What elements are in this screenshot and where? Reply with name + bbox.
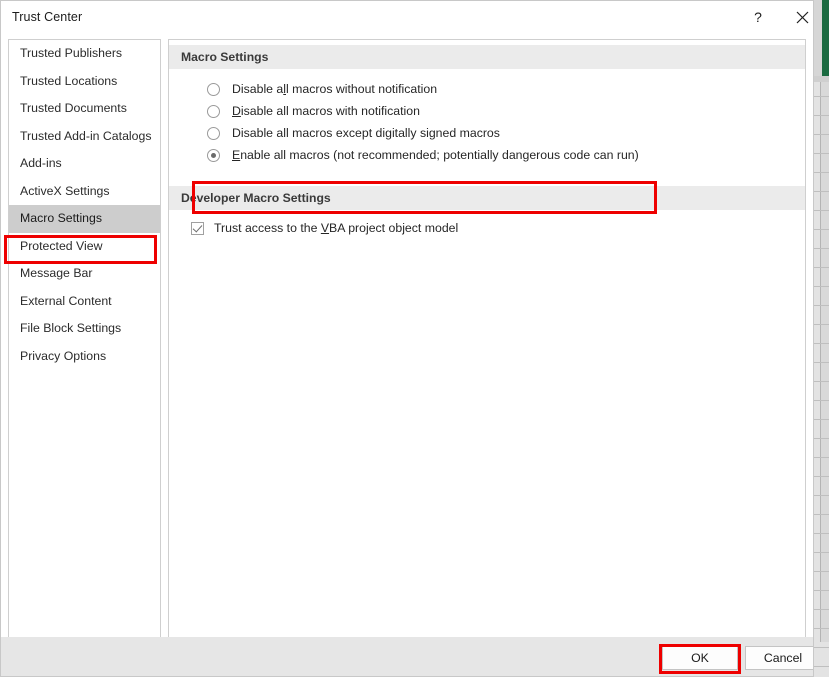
macro-option-row-4[interactable]: Enable all macros (not recommended; pote… — [207, 144, 639, 166]
excel-row-gridline — [814, 229, 829, 230]
sidebar-item-add-ins[interactable]: Add-ins — [9, 150, 160, 178]
excel-row-gridline — [814, 419, 829, 420]
macro-settings-section-header: Macro Settings — [169, 45, 805, 69]
settings-content-panel: Macro Settings Disable all macros withou… — [168, 39, 806, 641]
sidebar-item-label: ActiveX Settings — [20, 183, 110, 198]
sidebar-item-trusted-locations[interactable]: Trusted Locations — [9, 68, 160, 96]
sidebar-item-activex-settings[interactable]: ActiveX Settings — [9, 178, 160, 206]
sidebar-item-label: Trusted Add-in Catalogs — [20, 128, 152, 143]
sidebar-item-trusted-documents[interactable]: Trusted Documents — [9, 95, 160, 123]
sidebar-item-label: Message Bar — [20, 266, 93, 280]
excel-row-gridline — [814, 191, 829, 192]
excel-row-gridline — [814, 400, 829, 401]
help-button[interactable]: ? — [735, 1, 781, 33]
excel-row-gridline — [814, 134, 829, 135]
macro-option-row-2[interactable]: Disable all macros with notification — [207, 100, 420, 122]
excel-row-gridline — [814, 96, 829, 97]
sidebar-item-label: Privacy Options — [20, 348, 107, 363]
sidebar-item-label: External Content — [20, 293, 112, 308]
close-x-icon — [796, 11, 808, 23]
excel-row-gridline — [814, 533, 829, 534]
excel-row-gridline — [814, 514, 829, 515]
macro-option-row-3[interactable]: Disable all macros except digitally sign… — [207, 122, 500, 144]
sidebar-item-label: Trusted Documents — [20, 101, 127, 115]
excel-row-gridline — [814, 305, 829, 306]
macro-option-label: Disable all macros without notification — [232, 82, 438, 96]
sidebar-item-file-block-settings[interactable]: File Block Settings — [9, 315, 160, 343]
radio-indicator[interactable] — [207, 126, 220, 140]
trust-center-dialog: Trust Center ? Trusted Publishers Trusted… — [0, 0, 814, 677]
excel-row-gridline — [814, 286, 829, 287]
macro-option-row-1[interactable]: Disable all macros without notification — [207, 78, 437, 100]
dialog-body: Trusted Publishers Trusted Locations Trust… — [1, 34, 813, 641]
developer-macro-settings-section-header: Developer Macro Settings — [169, 186, 805, 210]
radio-indicator[interactable] — [207, 148, 220, 162]
excel-row-gridline — [814, 609, 829, 610]
trust-vba-project-checkbox-row[interactable]: Trust access to the VBA project object m… — [191, 217, 458, 239]
sidebar-item-label: Trusted Publishers — [20, 46, 123, 60]
excel-row-gridline — [814, 457, 829, 458]
sidebar-item-message-bar[interactable]: Message Bar — [9, 260, 160, 288]
excel-row-gridline — [814, 172, 829, 173]
ok-button[interactable]: OK — [662, 646, 738, 670]
sidebar-item-label: Macro Settings — [20, 211, 103, 225]
dialog-title: Trust Center — [12, 10, 83, 24]
excel-row-gridline — [814, 381, 829, 382]
cancel-button[interactable]: Cancel — [745, 646, 813, 670]
excel-row-gridline — [814, 552, 829, 553]
category-sidebar[interactable]: Trusted Publishers Trusted Locations Trust… — [8, 39, 161, 641]
trust-vba-project-label: Trust access to the VBA project object m… — [214, 221, 459, 235]
excel-row-gridline — [814, 476, 829, 477]
macro-option-label: Disable all macros with notification — [232, 104, 420, 118]
sidebar-item-protected-view[interactable]: Protected View — [9, 233, 160, 261]
sidebar-item-label: Trusted Locations — [20, 73, 118, 88]
excel-row-gridline — [814, 248, 829, 249]
excel-row-gridline — [814, 628, 829, 629]
sidebar-item-external-content[interactable]: External Content — [9, 288, 160, 316]
excel-row-gridline — [814, 590, 829, 591]
excel-row-gridline — [814, 666, 829, 667]
sidebar-item-label: Protected View — [20, 238, 103, 253]
excel-row-gridline — [814, 647, 829, 648]
macro-option-label: Disable all macros except digitally sign… — [232, 126, 500, 140]
sidebar-item-label: File Block Settings — [20, 321, 122, 335]
dialog-titlebar[interactable]: Trust Center ? — [1, 1, 813, 34]
excel-row-gridline — [814, 495, 829, 496]
sidebar-item-macro-settings[interactable]: Macro Settings — [9, 205, 160, 233]
excel-row-gridline — [814, 438, 829, 439]
question-mark-icon: ? — [754, 9, 762, 25]
dialog-footer: OK Cancel — [1, 637, 813, 676]
excel-row-gridline — [814, 324, 829, 325]
sidebar-item-label: Add-ins — [20, 156, 62, 170]
macro-option-label: Enable all macros (not recommended; pote… — [232, 148, 639, 162]
sidebar-item-privacy-options[interactable]: Privacy Options — [9, 343, 160, 371]
close-button[interactable] — [779, 1, 813, 33]
excel-row-gridline — [814, 343, 829, 344]
radio-indicator[interactable] — [207, 82, 220, 96]
excel-row-gridline — [814, 267, 829, 268]
excel-titlebar-band-right — [822, 0, 829, 76]
excel-row-gridline — [814, 153, 829, 154]
excel-row-gridline — [814, 362, 829, 363]
excel-row-gridline — [814, 571, 829, 572]
excel-row-gridline — [814, 210, 829, 211]
sidebar-item-trusted-publishers[interactable]: Trusted Publishers — [9, 40, 160, 68]
sidebar-item-trusted-add-in-catalogs[interactable]: Trusted Add-in Catalogs — [9, 123, 160, 151]
checkbox-indicator[interactable] — [191, 221, 204, 235]
radio-indicator[interactable] — [207, 104, 220, 118]
excel-row-gridline — [814, 115, 829, 116]
